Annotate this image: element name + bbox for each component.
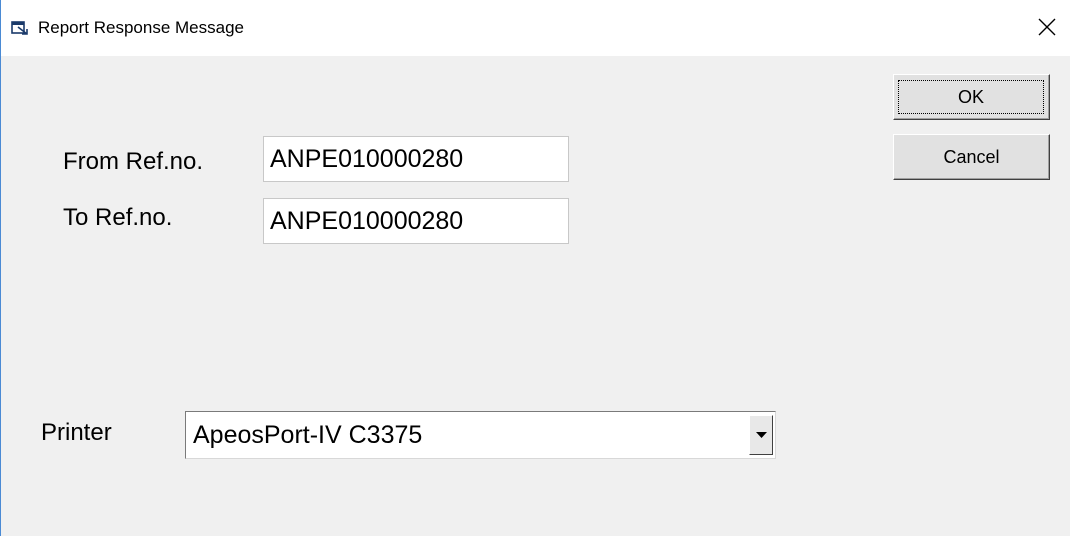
chevron-down-icon xyxy=(756,432,767,438)
ok-button[interactable]: OK xyxy=(893,74,1050,120)
cancel-button[interactable]: Cancel xyxy=(893,134,1050,180)
window-title: Report Response Message xyxy=(38,18,245,37)
cancel-button-label: Cancel xyxy=(943,147,1000,167)
printer-label: Printer xyxy=(41,419,112,446)
window-app-icon xyxy=(10,18,30,38)
from-ref-field[interactable]: ANPE010000280 xyxy=(263,136,569,182)
report-response-dialog: Report Response Message From Ref.no. ANP… xyxy=(0,0,1070,536)
printer-select[interactable]: ApeosPort-IV C3375 xyxy=(185,411,776,459)
window-border xyxy=(0,0,1,536)
dropdown-button[interactable] xyxy=(749,415,773,455)
title-bar[interactable]: Report Response Message xyxy=(1,0,1070,56)
printer-selected-value: ApeosPort-IV C3375 xyxy=(193,421,423,449)
to-ref-label: To Ref.no. xyxy=(63,204,173,231)
from-ref-label: From Ref.no. xyxy=(63,148,204,175)
to-ref-field[interactable]: ANPE010000280 xyxy=(263,198,569,244)
ok-button-label: OK xyxy=(957,86,984,107)
close-icon[interactable] xyxy=(1033,13,1061,41)
ok-button-focus-rect: OK xyxy=(898,80,1044,114)
